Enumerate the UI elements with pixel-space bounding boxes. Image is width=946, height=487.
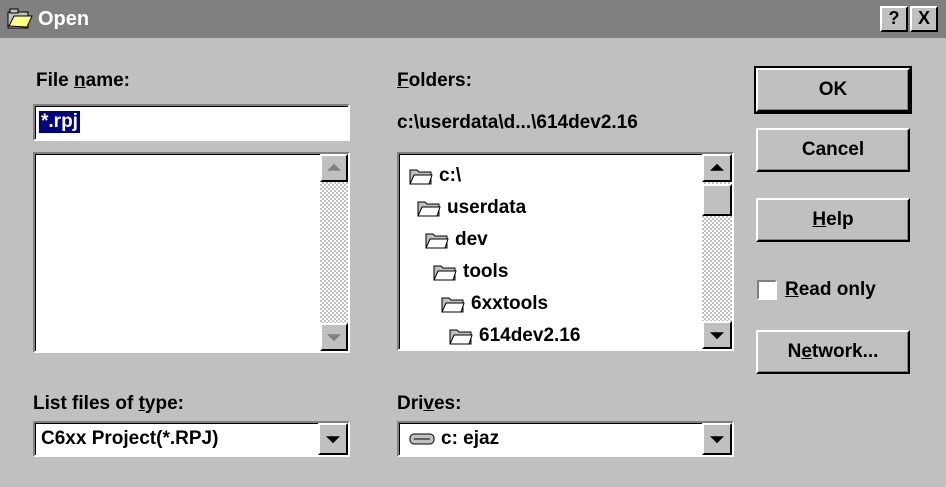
folder-list-scrollbar[interactable] (702, 154, 732, 349)
scroll-up-icon (710, 163, 724, 171)
current-folder-path: c:\userdata\d...\614dev2.16 (397, 112, 638, 133)
folder-item[interactable]: tools (433, 256, 580, 288)
network-button[interactable]: Network... (756, 330, 910, 374)
read-only-checkbox-group[interactable]: Read only (757, 279, 876, 301)
open-folder-icon (417, 201, 441, 217)
window-title: Open (38, 8, 90, 30)
file-list-scrollbar[interactable] (320, 154, 348, 351)
folder-list[interactable]: c:\ userdata dev tools 6xxtools 614dev2.… (397, 152, 734, 351)
drives-label: Drives: (397, 393, 462, 414)
drives-value: c: ejaz (441, 428, 500, 449)
title-bar[interactable]: Open ? X (0, 0, 946, 38)
file-type-value: C6xx Project(*.RPJ) (41, 428, 219, 449)
file-list-scroll-down-button[interactable] (320, 323, 348, 351)
chevron-down-icon (326, 436, 340, 444)
open-folder-icon (449, 329, 473, 345)
scroll-down-icon (710, 332, 724, 340)
file-name-value: *.rpj (39, 111, 80, 133)
file-type-select[interactable]: C6xx Project(*.RPJ) (33, 421, 350, 457)
drives-dropdown-button[interactable] (702, 423, 732, 455)
file-list-scroll-up-button[interactable] (320, 154, 348, 182)
folder-item[interactable]: 6xxtools (441, 288, 580, 320)
close-button[interactable]: X (910, 6, 938, 32)
help-button[interactable]: Help (756, 198, 910, 242)
open-folder-icon (425, 233, 449, 249)
folder-item[interactable]: dev (425, 224, 580, 256)
folder-item-selected[interactable]: 614dev2.16 (449, 320, 580, 352)
folder-scroll-thumb[interactable] (702, 184, 732, 216)
read-only-label: Read only (785, 279, 876, 300)
folder-item[interactable]: c:\ (409, 160, 580, 192)
cancel-button[interactable]: Cancel (756, 128, 910, 172)
file-name-label: File name: (36, 70, 130, 91)
chevron-down-icon (710, 436, 724, 444)
read-only-checkbox[interactable] (757, 280, 777, 300)
folder-item[interactable]: userdata (417, 192, 580, 224)
folder-scroll-up-button[interactable] (702, 154, 732, 182)
open-dialog: Open ? X File name: *.rpj List files of … (0, 0, 946, 487)
folder-tree: c:\ userdata dev tools 6xxtools 614dev2.… (409, 160, 580, 352)
drives-select[interactable]: c: ejaz (397, 421, 734, 457)
file-type-label: List files of type: (33, 393, 184, 414)
folder-scroll-down-button[interactable] (702, 321, 732, 349)
open-folder-icon (409, 169, 433, 185)
file-list[interactable] (33, 152, 350, 353)
ok-button[interactable]: OK (754, 66, 912, 114)
help-title-button[interactable]: ? (880, 6, 908, 32)
open-folder-icon (441, 297, 465, 313)
scroll-up-icon (327, 163, 341, 171)
hard-drive-icon (409, 433, 435, 445)
open-folder-icon (433, 265, 457, 281)
file-name-input[interactable]: *.rpj (33, 104, 350, 141)
scroll-down-icon (327, 334, 341, 342)
folders-label: Folders: (397, 70, 472, 91)
open-folder-icon (7, 8, 33, 29)
file-type-dropdown-button[interactable] (318, 423, 348, 455)
